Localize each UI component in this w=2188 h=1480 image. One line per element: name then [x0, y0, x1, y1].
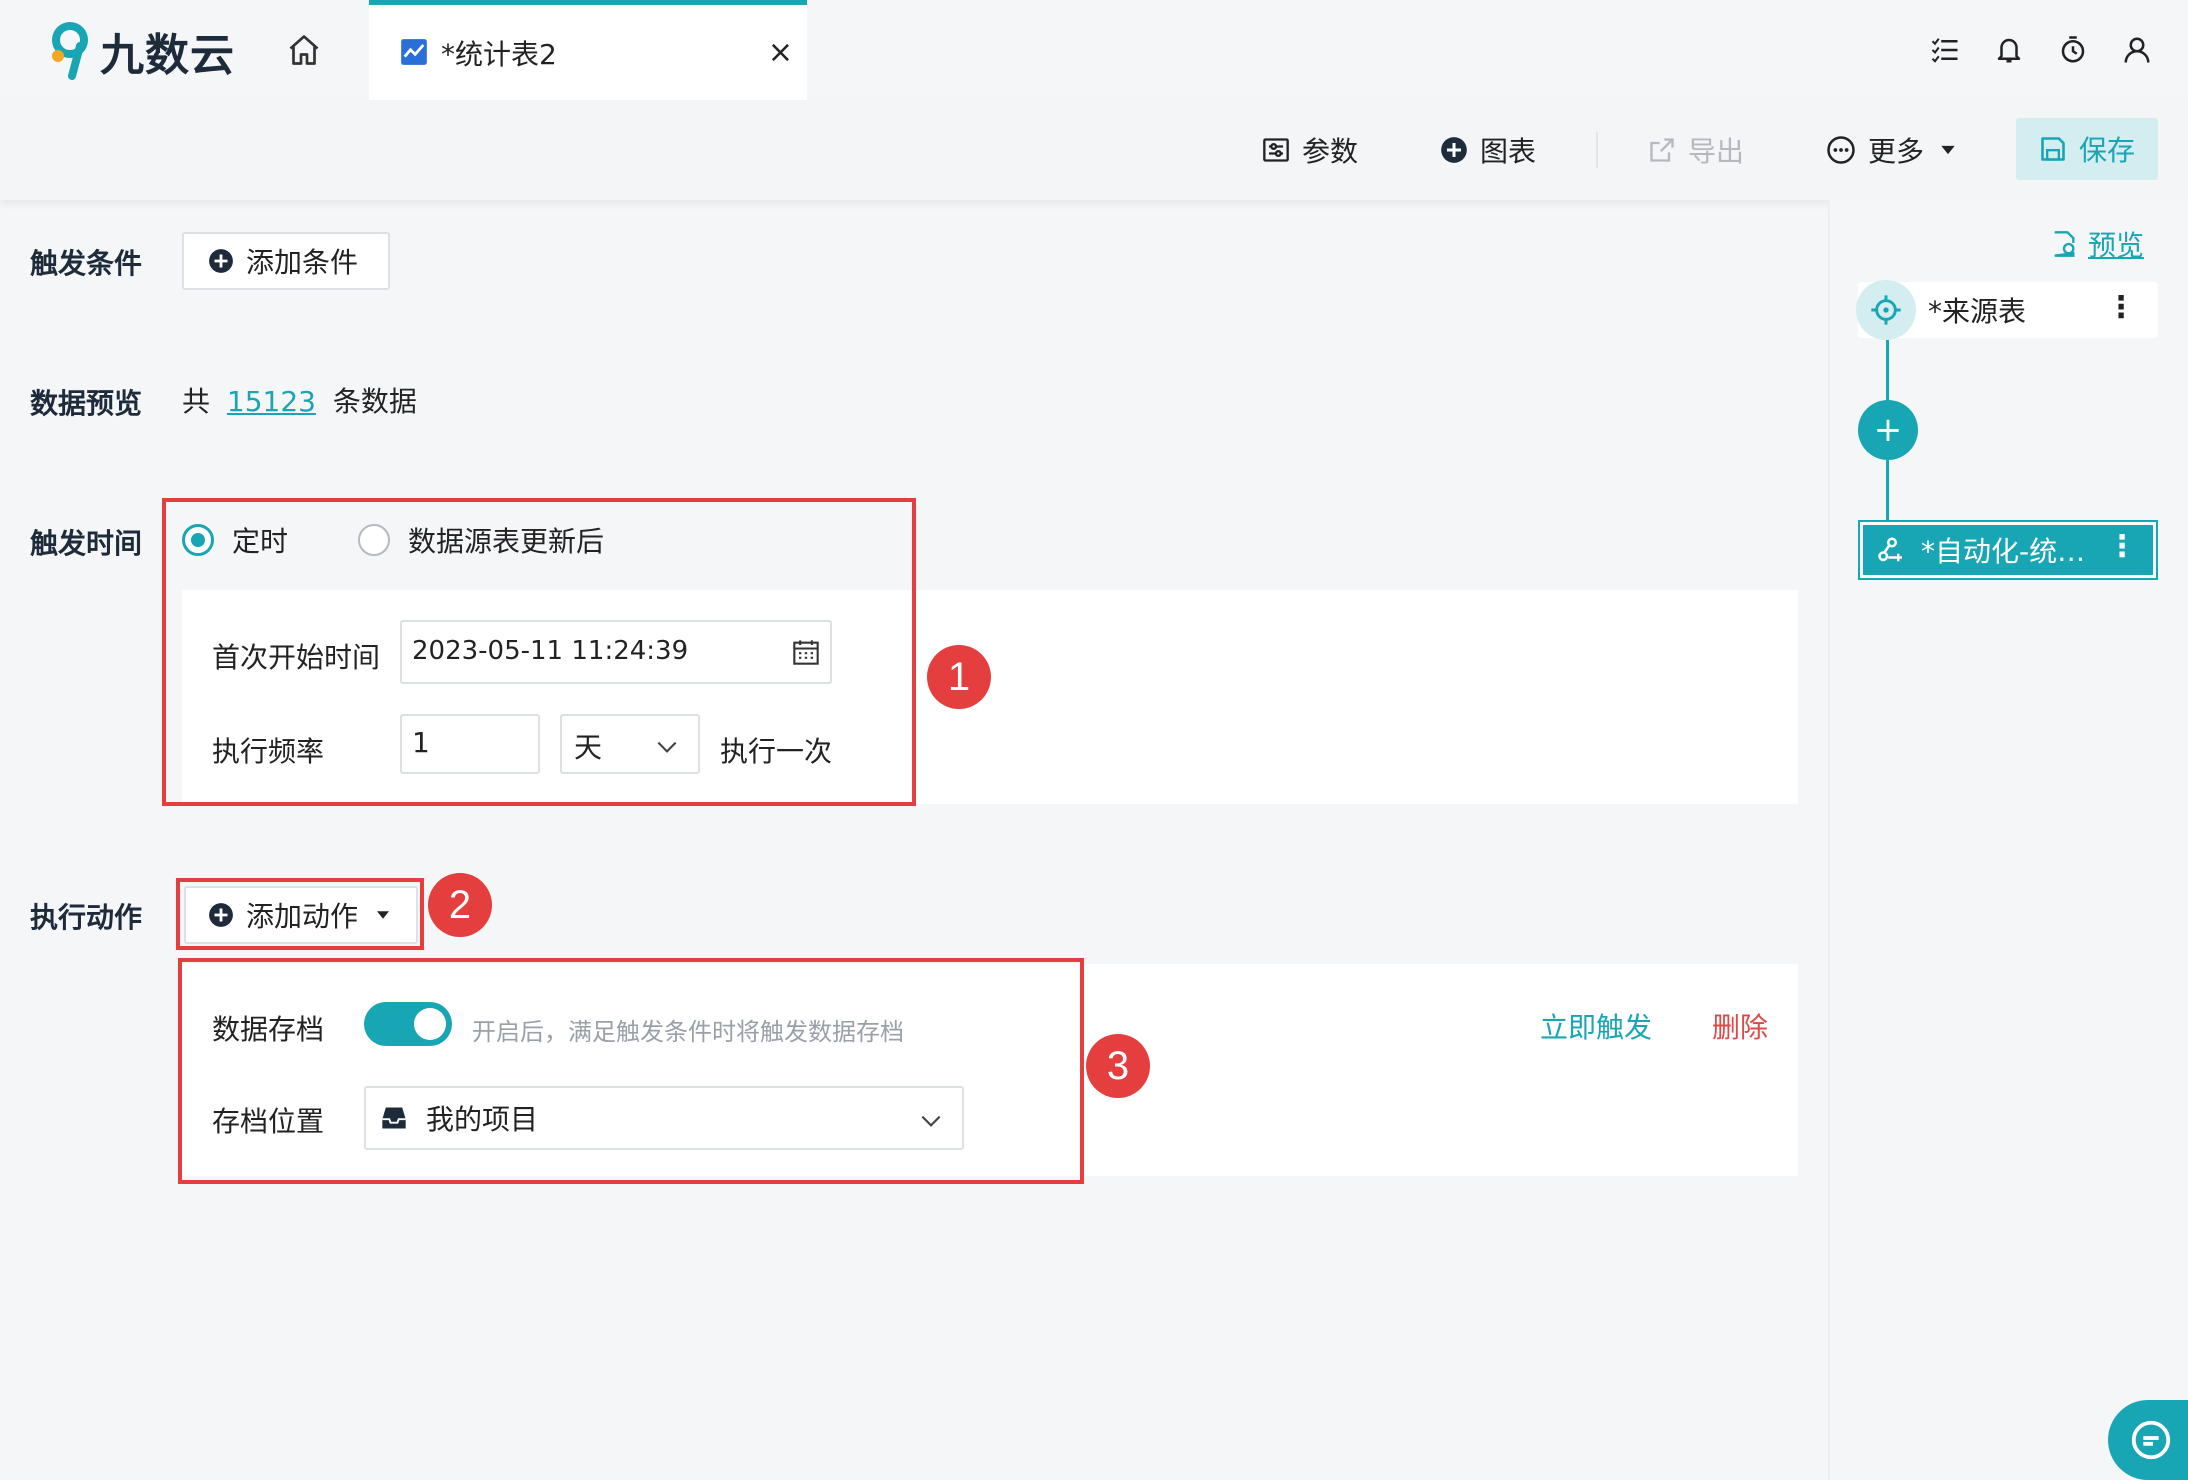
params-icon — [1263, 138, 1289, 162]
caret-down-icon — [1941, 145, 1955, 155]
highlight-box-2 — [176, 878, 424, 950]
support-chat-button[interactable] — [2108, 1400, 2188, 1480]
source-node-label: *来源表 — [1928, 295, 2027, 328]
badge-2: 2 — [428, 873, 492, 937]
crosshair-icon — [1856, 280, 1916, 340]
params-button[interactable]: 参数 — [1262, 128, 1358, 172]
highlight-box-1 — [162, 498, 916, 806]
save-label: 保存 — [2078, 134, 2135, 167]
trigger-condition-label: 触发条件 — [30, 247, 143, 280]
tab-statistics-table[interactable]: *统计表2 × — [369, 0, 807, 100]
source-table-node[interactable]: *来源表 ⋮ — [1856, 280, 2158, 340]
flow-connector — [1886, 338, 1889, 402]
toolbar-divider — [1596, 132, 1598, 168]
add-condition-button[interactable]: 添加条件 — [182, 232, 390, 290]
badge-1: 1 — [927, 645, 991, 709]
data-preview-label: 数据预览 — [30, 387, 143, 420]
highlight-box-3 — [178, 958, 1084, 1184]
close-icon[interactable]: × — [768, 35, 793, 71]
params-label: 参数 — [1302, 135, 1359, 168]
app-logo[interactable]: 九数云 — [50, 22, 235, 81]
chat-icon — [2131, 1420, 2171, 1460]
preview-prefix: 共 — [182, 385, 211, 418]
logo-icon — [52, 22, 88, 80]
export-button[interactable]: 导出 — [1648, 128, 1744, 172]
trigger-now-link[interactable]: 立即触发 — [1540, 1006, 1652, 1046]
preview-count-link[interactable]: 15123 — [227, 385, 316, 418]
timer-icon[interactable] — [2056, 30, 2090, 70]
flow-connector — [1886, 460, 1889, 524]
preview-label: 预览 — [2088, 229, 2145, 262]
badge-3: 3 — [1086, 1034, 1150, 1098]
more-vertical-icon[interactable]: ⋮ — [2107, 531, 2137, 563]
action-label: 执行动作 — [30, 901, 143, 934]
more-vertical-icon[interactable]: ⋮ — [2106, 292, 2136, 324]
automation-node[interactable]: *自动化-统… ⋮ — [1858, 520, 2158, 580]
save-icon — [2041, 137, 2065, 161]
preview-icon — [2054, 231, 2075, 257]
task-list-icon[interactable] — [1928, 30, 1962, 70]
data-preview-summary: 共 15123 条数据 — [182, 380, 417, 420]
flow-panel — [1828, 200, 2188, 1480]
bell-icon[interactable] — [1992, 30, 2026, 70]
top-bar: 九数云 *统计表2 × — [0, 0, 2188, 100]
tab-label: *统计表2 — [441, 38, 557, 71]
preview-button[interactable]: 预览 — [2050, 224, 2144, 264]
automation-icon — [1878, 537, 1902, 562]
plus-circle-icon — [1441, 137, 1467, 163]
delete-link[interactable]: 删除 — [1712, 1006, 1768, 1046]
logo-text: 九数云 — [100, 30, 235, 81]
add-node-button[interactable]: + — [1858, 400, 1918, 460]
more-circle-icon — [1827, 136, 1855, 164]
save-button[interactable]: 保存 — [2016, 118, 2158, 180]
home-icon[interactable] — [286, 32, 322, 68]
export-label: 导出 — [1688, 135, 1745, 168]
chart-label: 图表 — [1480, 135, 1537, 168]
user-icon[interactable] — [2120, 30, 2154, 70]
more-button[interactable]: 更多 — [1826, 128, 1958, 172]
automation-node-label: *自动化-统… — [1921, 535, 2086, 568]
chart-icon — [400, 38, 428, 66]
export-icon — [1650, 138, 1674, 162]
more-label: 更多 — [1868, 135, 1925, 168]
add-condition-label: 添加条件 — [246, 246, 359, 279]
chart-button[interactable]: 图表 — [1440, 128, 1536, 172]
plus-circle-icon — [209, 249, 233, 273]
toolbar: 参数 图表 导出 更多 保存 — [0, 100, 2188, 200]
preview-suffix: 条数据 — [332, 385, 417, 418]
trigger-time-label: 触发时间 — [30, 527, 143, 560]
